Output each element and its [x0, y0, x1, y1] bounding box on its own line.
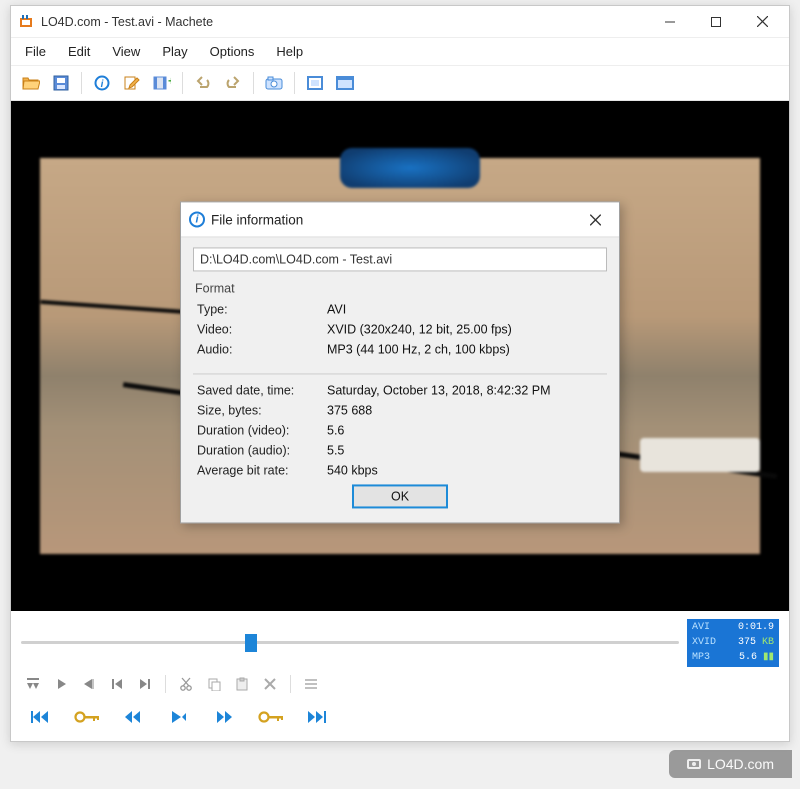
watermark: LO4D.com [669, 750, 792, 778]
seek-thumb[interactable] [245, 634, 257, 652]
sel-right-button[interactable] [133, 673, 157, 695]
copy-button[interactable] [202, 673, 226, 695]
snapshot-button[interactable] [260, 70, 288, 96]
next-keyframe-button[interactable] [253, 705, 289, 729]
video-label: Video: [197, 322, 327, 336]
abr-label: Average bit rate: [197, 463, 327, 477]
window-title: LO4D.com - Test.avi - Machete [41, 15, 647, 29]
menubar: File Edit View Play Options Help [11, 38, 789, 66]
go-start-button[interactable] [23, 705, 59, 729]
sel-end-button[interactable] [77, 673, 101, 695]
titlebar: LO4D.com - Test.avi - Machete [11, 6, 789, 38]
dialog-titlebar: i File information [181, 202, 619, 237]
menu-options[interactable]: Options [200, 40, 265, 63]
cut-button[interactable] [174, 673, 198, 695]
minimize-button[interactable] [647, 7, 693, 37]
status-size-unit: KB [762, 637, 774, 648]
type-label: Type: [197, 302, 327, 316]
maximize-button[interactable] [693, 7, 739, 37]
status-dur: 5.6 [739, 652, 757, 663]
saved-value: Saturday, October 13, 2018, 8:42:32 PM [327, 383, 551, 397]
watermark-text: LO4D.com [707, 756, 774, 772]
status-container: AVI [692, 622, 710, 634]
dialog-title: File information [211, 212, 579, 227]
edit-tags-button[interactable] [118, 70, 146, 96]
dur-video-label: Duration (video): [197, 423, 327, 437]
separator [253, 72, 254, 94]
status-size: 375 [738, 637, 756, 648]
sel-left-button[interactable] [105, 673, 129, 695]
delete-button[interactable] [258, 673, 282, 695]
separator [290, 675, 291, 693]
audio-label: Audio: [197, 342, 327, 356]
type-value: AVI [327, 302, 346, 316]
sel-start-button[interactable] [49, 673, 73, 695]
status-vcodec: XVID [692, 637, 716, 649]
video-area: i File information D:\LO4D.com\LO4D.com … [11, 101, 789, 611]
file-info-dialog: i File information D:\LO4D.com\LO4D.com … [180, 201, 620, 523]
separator [81, 72, 82, 94]
redo-button[interactable] [219, 70, 247, 96]
video-value: XVID (320x240, 12 bit, 25.00 fps) [327, 322, 512, 336]
size-value: 375 688 [327, 403, 372, 417]
status-time: 0:01.9 [738, 622, 774, 634]
abr-value: 540 kbps [327, 463, 378, 477]
open-button[interactable] [17, 70, 45, 96]
format-group-label: Format [193, 281, 607, 295]
playback-toolbar [11, 699, 789, 741]
menu-edit[interactable]: Edit [58, 40, 100, 63]
list-button[interactable] [299, 673, 323, 695]
film-add-button[interactable]: + [148, 70, 176, 96]
fullscreen-button[interactable] [331, 70, 359, 96]
prev-frame-button[interactable] [115, 705, 151, 729]
dur-video-value: 5.6 [327, 423, 344, 437]
selection-toolbar [11, 671, 789, 699]
info-button[interactable]: i [88, 70, 116, 96]
dur-audio-value: 5.5 [327, 443, 344, 457]
seek-bar[interactable] [21, 634, 679, 652]
save-button[interactable] [47, 70, 75, 96]
sel-none-button[interactable] [21, 673, 45, 695]
undo-button[interactable] [189, 70, 217, 96]
status-panel: AVI 0:01.9 XVID 375 KB MP3 5.6 ▮▮ [687, 619, 779, 667]
separator [165, 675, 166, 693]
dialog-close-button[interactable] [579, 208, 611, 230]
menu-view[interactable]: View [102, 40, 150, 63]
paste-button[interactable] [230, 673, 254, 695]
window-controls [647, 7, 785, 37]
menu-help[interactable]: Help [266, 40, 313, 63]
next-frame-button[interactable] [207, 705, 243, 729]
dialog-body: D:\LO4D.com\LO4D.com - Test.avi Format T… [181, 237, 619, 522]
svg-text:+: + [168, 75, 171, 88]
toolbar: i + [11, 66, 789, 101]
audio-value: MP3 (44 100 Hz, 2 ch, 100 kbps) [327, 342, 510, 356]
size-label: Size, bytes: [197, 403, 327, 417]
play-pause-button[interactable] [161, 705, 197, 729]
go-end-button[interactable] [299, 705, 335, 729]
prev-keyframe-button[interactable] [69, 705, 105, 729]
menu-play[interactable]: Play [152, 40, 197, 63]
status-acodec: MP3 [692, 652, 710, 664]
dur-audio-label: Duration (audio): [197, 443, 327, 457]
divider [193, 373, 607, 374]
separator [182, 72, 183, 94]
separator [294, 72, 295, 94]
camera-icon [687, 759, 701, 769]
bottom-panel: AVI 0:01.9 XVID 375 KB MP3 5.6 ▮▮ [11, 611, 789, 741]
saved-label: Saved date, time: [197, 383, 327, 397]
ok-button[interactable]: OK [352, 484, 448, 508]
pause-icon: ▮▮ [763, 652, 774, 663]
menu-file[interactable]: File [15, 40, 56, 63]
app-icon [19, 14, 35, 30]
close-button[interactable] [739, 7, 785, 37]
svg-text:i: i [101, 79, 104, 90]
file-path-box[interactable]: D:\LO4D.com\LO4D.com - Test.avi [193, 247, 607, 271]
fit-window-button[interactable] [301, 70, 329, 96]
info-icon: i [189, 211, 205, 227]
